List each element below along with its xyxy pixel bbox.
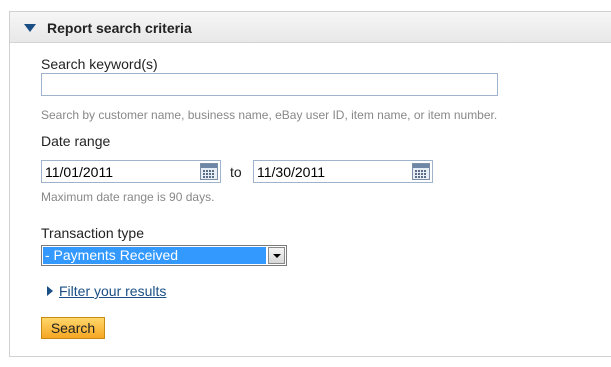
date-range-hint: Maximum date range is 90 days. [41, 190, 215, 204]
transaction-type-label: Transaction type [41, 225, 144, 241]
keyword-label: Search keyword(s) [41, 56, 158, 72]
triangle-right-icon[interactable] [47, 286, 53, 296]
panel-header[interactable]: Report search criteria [10, 12, 611, 43]
transaction-type-selected: - Payments Received [43, 247, 266, 264]
date-to-value: 11/30/2011 [257, 164, 325, 180]
triangle-down-icon[interactable] [24, 24, 36, 32]
keyword-input[interactable] [41, 73, 498, 96]
transaction-type-select[interactable]: - Payments Received [41, 245, 287, 266]
date-to-field[interactable]: 11/30/2011 [253, 160, 433, 183]
date-from-field[interactable]: 11/01/2011 [41, 160, 221, 183]
calendar-icon[interactable] [200, 163, 218, 180]
filter-results-link[interactable]: Filter your results [59, 283, 166, 299]
chevron-down-icon[interactable] [268, 247, 285, 264]
panel-title: Report search criteria [47, 20, 192, 36]
keyword-hint: Search by customer name, business name, … [41, 108, 498, 122]
date-from-value: 11/01/2011 [45, 164, 113, 180]
date-range-label: Date range [41, 133, 111, 149]
search-button[interactable]: Search [41, 317, 105, 339]
date-separator: to [230, 164, 242, 180]
calendar-icon[interactable] [412, 163, 430, 180]
